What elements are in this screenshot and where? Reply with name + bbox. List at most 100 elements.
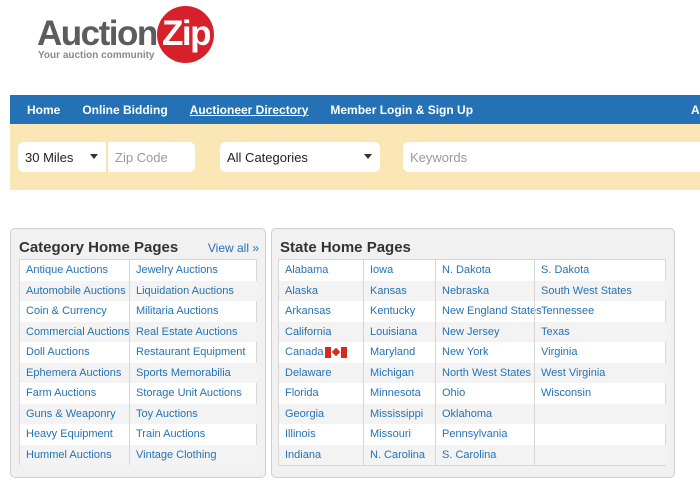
state-link-label: Pennsylvania xyxy=(442,428,508,441)
category-link-jewelry-auctions[interactable]: Jewelry Auctions xyxy=(130,260,257,281)
category-link-liquidation-auctions[interactable]: Liquidation Auctions xyxy=(130,280,257,301)
state-link-wisconsin[interactable]: Wisconsin xyxy=(535,383,666,404)
category-link-restaurant-equipment[interactable]: Restaurant Equipment xyxy=(130,342,257,363)
state-link-s-dakota[interactable]: S. Dakota xyxy=(535,260,666,281)
state-link-ohio[interactable]: Ohio xyxy=(436,383,535,404)
chevron-down-icon xyxy=(364,154,372,159)
category-link-farm-auctions[interactable]: Farm Auctions xyxy=(20,383,129,404)
state-link-label: Nebraska xyxy=(442,284,490,297)
state-link-label: Kansas xyxy=(370,284,407,297)
state-panel: State Home Pages Alabama Alaska Arkansas Ca… xyxy=(271,228,675,478)
state-link-minnesota[interactable]: Minnesota xyxy=(364,383,436,404)
view-all-link[interactable]: View all » xyxy=(208,241,259,255)
state-link-n-carolina[interactable]: N. Carolina xyxy=(364,444,436,465)
state-link-label: S. Carolina xyxy=(442,448,497,461)
state-column: Iowa Kansas Kentucky Louisiana Maryland Michi… xyxy=(363,260,436,465)
state-link-canada[interactable]: Canada xyxy=(279,342,363,363)
chevron-down-icon xyxy=(90,154,98,159)
state-link-kansas[interactable]: Kansas xyxy=(364,280,436,301)
nav-online-bidding[interactable]: Online Bidding xyxy=(82,103,167,117)
category-link-antique-auctions[interactable]: Antique Auctions xyxy=(20,260,129,281)
state-link-california[interactable]: California xyxy=(279,321,363,342)
state-link-label: Tennessee xyxy=(541,305,595,318)
state-link-label: Maryland xyxy=(370,346,416,359)
state-link-label: Alaska xyxy=(285,284,319,297)
state-link-iowa[interactable]: Iowa xyxy=(364,260,436,281)
state-link-new-jersey[interactable]: New Jersey xyxy=(436,321,535,342)
nav-cutoff-item[interactable]: Au xyxy=(691,103,700,117)
state-link-label: Oklahoma xyxy=(442,407,493,420)
category-link-commercial-auctions[interactable]: Commercial Auctions xyxy=(20,321,129,342)
state-link-label: South West States xyxy=(541,284,632,297)
state-link-label: Louisiana xyxy=(370,325,418,338)
state-link-virginia[interactable]: Virginia xyxy=(535,342,666,363)
state-link-west-virginia[interactable]: West Virginia xyxy=(535,362,666,383)
category-link-guns-and-weaponry[interactable]: Guns & Weaponry xyxy=(20,403,129,424)
state-column: Alabama Alaska Arkansas California Canada Del… xyxy=(279,260,363,465)
state-link-label: Alabama xyxy=(285,264,329,277)
state-link-georgia[interactable]: Georgia xyxy=(279,403,363,424)
state-link-oklahoma[interactable]: Oklahoma xyxy=(436,403,535,424)
state-link-south-west-states[interactable]: South West States xyxy=(535,280,666,301)
state-link-s-carolina[interactable]: S. Carolina xyxy=(436,444,535,465)
state-link-label: North West States xyxy=(442,366,532,379)
state-link-label: Canada xyxy=(285,346,324,359)
state-link-indiana[interactable]: Indiana xyxy=(279,444,363,465)
state-link-delaware[interactable]: Delaware xyxy=(279,362,363,383)
category-grid: Antique Auctions Automobile Auctions Coin … xyxy=(19,259,257,465)
state-link-maryland[interactable]: Maryland xyxy=(364,342,436,363)
nav-home[interactable]: Home xyxy=(27,103,60,117)
category-link-heavy-equipment[interactable]: Heavy Equipment xyxy=(20,424,129,445)
state-link-arkansas[interactable]: Arkansas xyxy=(279,301,363,322)
state-link-florida[interactable]: Florida xyxy=(279,383,363,404)
state-link-new-york[interactable]: New York xyxy=(436,342,535,363)
distance-select[interactable]: 30 Miles xyxy=(18,142,106,172)
state-link-label: Illinois xyxy=(285,428,316,441)
state-link-michigan[interactable]: Michigan xyxy=(364,362,436,383)
state-link-missouri[interactable]: Missouri xyxy=(364,424,436,445)
nav-member-login[interactable]: Member Login & Sign Up xyxy=(330,103,473,117)
category-link-train-auctions[interactable]: Train Auctions xyxy=(130,424,257,445)
state-link-louisiana[interactable]: Louisiana xyxy=(364,321,436,342)
state-link-label: New Jersey xyxy=(442,325,500,338)
category-link-vintage-clothing[interactable]: Vintage Clothing xyxy=(130,444,257,465)
category-link-real-estate-auctions[interactable]: Real Estate Auctions xyxy=(130,321,257,342)
state-link-texas[interactable]: Texas xyxy=(535,321,666,342)
category-link-hummel-auctions[interactable]: Hummel Auctions xyxy=(20,444,129,465)
category-link-militaria-auctions[interactable]: Militaria Auctions xyxy=(130,301,257,322)
state-link-kentucky[interactable]: Kentucky xyxy=(364,301,436,322)
state-grid: Alabama Alaska Arkansas California Canada Del… xyxy=(278,259,666,466)
logo-tagline: Your auction community xyxy=(38,50,155,61)
state-link-alabama[interactable]: Alabama xyxy=(279,260,363,281)
state-link-label: N. Carolina xyxy=(370,448,426,461)
empty-cell xyxy=(535,444,666,465)
state-column: N. Dakota Nebraska New England States New J… xyxy=(435,260,542,465)
category-link-sports-memorabilia[interactable]: Sports Memorabilia xyxy=(130,362,257,383)
auctionzip-logo[interactable]: Auction Zip Your auction community xyxy=(37,6,217,66)
state-link-new-england-states[interactable]: New England States xyxy=(436,301,542,322)
state-link-alaska[interactable]: Alaska xyxy=(279,280,363,301)
state-link-north-west-states[interactable]: North West States xyxy=(436,362,535,383)
state-link-mississippi[interactable]: Mississippi xyxy=(364,403,436,424)
state-link-illinois[interactable]: Illinois xyxy=(279,424,363,445)
category-link-ephemera-auctions[interactable]: Ephemera Auctions xyxy=(20,362,129,383)
empty-cell xyxy=(535,403,666,424)
category-link-automobile-auctions[interactable]: Automobile Auctions xyxy=(20,280,129,301)
zip-code-input[interactable] xyxy=(107,142,195,172)
category-link-coin-and-currency[interactable]: Coin & Currency xyxy=(20,301,129,322)
keywords-input[interactable] xyxy=(403,142,700,172)
state-link-label: S. Dakota xyxy=(541,264,590,277)
state-link-label: New York xyxy=(442,346,489,359)
category-panel: Category Home Pages View all » Antique A… xyxy=(10,228,266,478)
category-link-storage-unit-auctions[interactable]: Storage Unit Auctions xyxy=(130,383,257,404)
category-link-toy-auctions[interactable]: Toy Auctions xyxy=(130,403,257,424)
category-link-doll-auctions[interactable]: Doll Auctions xyxy=(20,342,129,363)
state-link-pennsylvania[interactable]: Pennsylvania xyxy=(436,424,535,445)
category-select[interactable]: All Categories xyxy=(220,142,380,172)
state-link-tennessee[interactable]: Tennessee xyxy=(535,301,666,322)
state-link-nebraska[interactable]: Nebraska xyxy=(436,280,535,301)
state-link-n-dakota[interactable]: N. Dakota xyxy=(436,260,535,281)
logo-text: Auction xyxy=(37,14,158,53)
logo-zip-text: Zip xyxy=(162,14,211,53)
nav-auctioneer-directory[interactable]: Auctioneer Directory xyxy=(190,103,309,117)
